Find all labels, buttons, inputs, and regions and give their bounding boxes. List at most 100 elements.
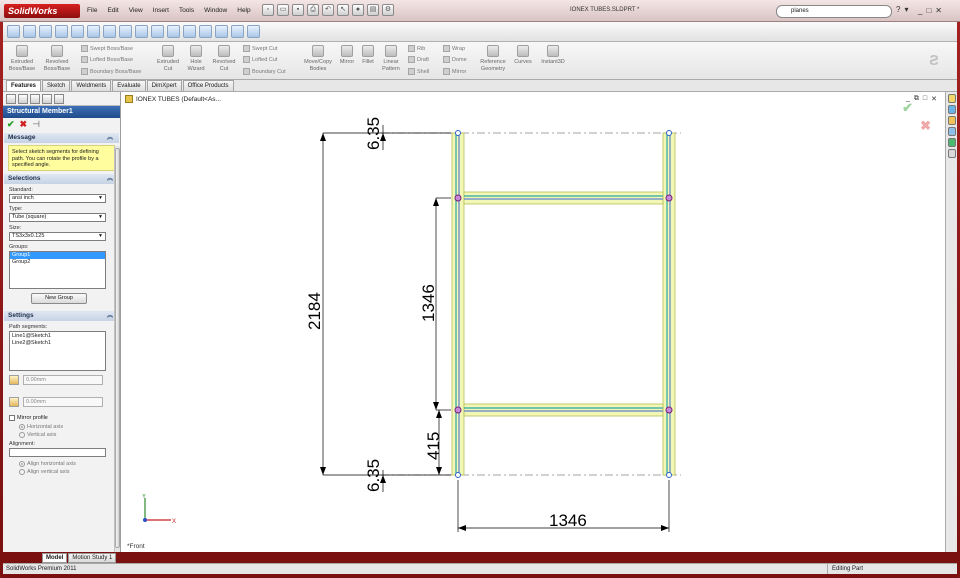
selections-group-header[interactable]: Selections ︽ xyxy=(4,174,119,184)
maximize-button[interactable]: □ xyxy=(926,6,931,15)
custom-properties-icon[interactable] xyxy=(947,149,956,158)
tab-features[interactable]: Features xyxy=(6,80,42,91)
save-icon[interactable]: ▪ xyxy=(292,4,304,16)
menu-view[interactable]: View xyxy=(124,5,148,16)
curves-button[interactable]: Curves xyxy=(511,45,535,66)
file-properties-icon[interactable]: ▤ xyxy=(367,4,379,16)
tab-model[interactable]: Model xyxy=(42,553,68,563)
collapse-chevron-icon[interactable]: ︽ xyxy=(107,174,113,184)
view-palette-icon[interactable] xyxy=(947,127,956,136)
cancel-x-icon[interactable]: ✖ xyxy=(20,119,28,129)
mirror-small-button[interactable]: Mirror xyxy=(443,68,466,75)
scrollbar-thumb[interactable] xyxy=(115,148,120,548)
joint-point[interactable] xyxy=(665,194,673,202)
menu-tools[interactable]: Tools xyxy=(174,5,199,16)
instant3d-button[interactable]: Instant3D xyxy=(537,45,569,66)
tab-dimxpert[interactable]: DimXpert xyxy=(146,80,182,91)
mirror-button[interactable]: Mirror xyxy=(337,45,357,66)
settings-group-header[interactable]: Settings ︽ xyxy=(4,311,119,321)
reference-geometry-button[interactable]: Reference Geometry xyxy=(476,45,510,72)
revolved-boss-button[interactable]: Revolved Boss/Base xyxy=(41,45,73,72)
help-dropdown-icon[interactable]: ▾ xyxy=(904,5,908,14)
sketch-point[interactable] xyxy=(455,472,461,478)
extruded-boss-button[interactable]: Extruded Boss/Base xyxy=(7,45,37,72)
dome-button[interactable]: Dome xyxy=(443,56,467,63)
align-vertical-radio[interactable]: Align vertical axis xyxy=(19,469,114,475)
path-segment-item[interactable]: Line2@Sketch1 xyxy=(12,340,103,347)
menu-edit[interactable]: Edit xyxy=(102,5,123,16)
hidden-lines-icon[interactable] xyxy=(183,25,196,38)
revolved-cut-button[interactable]: Revolved Cut xyxy=(209,45,239,72)
tab-motion-study[interactable]: Motion Study 1 xyxy=(68,553,117,563)
menu-help[interactable]: Help xyxy=(232,5,255,16)
graphics-area[interactable]: IONEX TUBES (Default<As... _ ⧉ □ ✕ ✔ ✖ 6… xyxy=(121,92,945,552)
tab-office-products[interactable]: Office Products xyxy=(182,80,234,91)
radio-circle[interactable] xyxy=(19,424,25,430)
horizontal-axis-radio[interactable]: Horizontal axis xyxy=(19,424,114,430)
path-segments-list[interactable]: Line1@Sketch1 Line2@Sketch1 xyxy=(9,331,106,371)
align-horizontal-radio[interactable]: Align horizontal axis xyxy=(19,461,114,467)
pan-icon[interactable] xyxy=(247,25,260,38)
display-manager-icon[interactable] xyxy=(54,94,64,104)
print-icon[interactable]: ⎙ xyxy=(307,4,319,16)
radio-circle[interactable] xyxy=(19,461,25,467)
boundary-boss-button[interactable]: Boundary Boss/Base xyxy=(81,68,141,75)
new-group-button[interactable]: New Group xyxy=(31,293,87,304)
tab-evaluate[interactable]: Evaluate xyxy=(112,80,146,91)
zoom-to-area-icon[interactable] xyxy=(23,25,36,38)
checkbox-box[interactable] xyxy=(9,415,15,421)
lofted-cut-button[interactable]: Lofted Cut xyxy=(243,56,277,63)
configuration-manager-icon[interactable] xyxy=(30,94,40,104)
message-group-header[interactable]: Message ︽ xyxy=(4,133,119,143)
swept-boss-button[interactable]: Swept Boss/Base xyxy=(81,45,133,52)
dim-width[interactable]: 1346 xyxy=(549,511,587,530)
group-item[interactable]: Group2 xyxy=(10,259,105,266)
sketch-point[interactable] xyxy=(666,472,672,478)
fillet-button[interactable]: Fillet xyxy=(359,45,377,66)
previous-view-icon[interactable] xyxy=(39,25,52,38)
boundary-cut-button[interactable]: Boundary Cut xyxy=(243,68,286,75)
minimize-button[interactable]: _ xyxy=(918,6,922,15)
move-copy-bodies-button[interactable]: Move/Copy Bodies xyxy=(301,45,335,72)
options-icon[interactable]: ⚙ xyxy=(382,4,394,16)
draft-button[interactable]: Draft xyxy=(408,56,429,63)
joint-point[interactable] xyxy=(665,406,673,414)
dim-top-offset[interactable]: 6.35 xyxy=(364,117,383,150)
view-settings-icon[interactable] xyxy=(151,25,164,38)
menu-file[interactable]: File xyxy=(82,5,102,16)
rotate-view-icon[interactable] xyxy=(231,25,244,38)
joint-point[interactable] xyxy=(454,406,462,414)
angle-input-2[interactable]: 0.00mm xyxy=(23,397,103,407)
tab-sketch[interactable]: Sketch xyxy=(42,80,71,91)
collapse-chevron-icon[interactable]: ︽ xyxy=(107,311,113,321)
section-view-icon[interactable] xyxy=(55,25,68,38)
group-item[interactable]: Group1 xyxy=(10,252,105,259)
menu-insert[interactable]: Insert xyxy=(148,5,174,16)
dim-height-low[interactable]: 415 xyxy=(424,432,443,460)
apply-scene-icon[interactable] xyxy=(135,25,148,38)
standard-select[interactable]: ansi inch ▼ xyxy=(9,194,106,203)
radio-circle[interactable] xyxy=(19,469,25,475)
linear-pattern-button[interactable]: Linear Pattern xyxy=(378,45,404,72)
undo-icon[interactable]: ↶ xyxy=(322,4,334,16)
edit-appearance-icon[interactable] xyxy=(119,25,132,38)
sketch-point[interactable] xyxy=(455,130,461,136)
wrap-button[interactable]: Wrap xyxy=(443,45,465,52)
feature-manager-icon[interactable] xyxy=(6,94,16,104)
angle-input-1[interactable]: 0.00mm xyxy=(23,375,103,385)
help-icon[interactable]: ? xyxy=(896,5,900,14)
collapse-chevron-icon[interactable]: ︽ xyxy=(107,133,113,143)
dim-height-total[interactable]: 2184 xyxy=(305,292,324,330)
appearances-icon[interactable] xyxy=(947,138,956,147)
open-file-icon[interactable]: ▭ xyxy=(277,4,289,16)
hole-wizard-button[interactable]: Hole Wizard xyxy=(183,45,209,72)
extruded-cut-button[interactable]: Extruded Cut xyxy=(153,45,183,72)
search-input[interactable]: planes xyxy=(776,5,892,18)
property-manager-icon[interactable] xyxy=(18,94,28,104)
panel-scrollbar[interactable] xyxy=(114,146,120,552)
lofted-boss-button[interactable]: Lofted Boss/Base xyxy=(81,56,133,63)
tab-weldments[interactable]: Weldments xyxy=(71,80,112,91)
sketch-point[interactable] xyxy=(666,130,672,136)
groups-list[interactable]: Group1 Group2 xyxy=(9,251,106,289)
upper-crossbar-member[interactable] xyxy=(463,191,664,205)
